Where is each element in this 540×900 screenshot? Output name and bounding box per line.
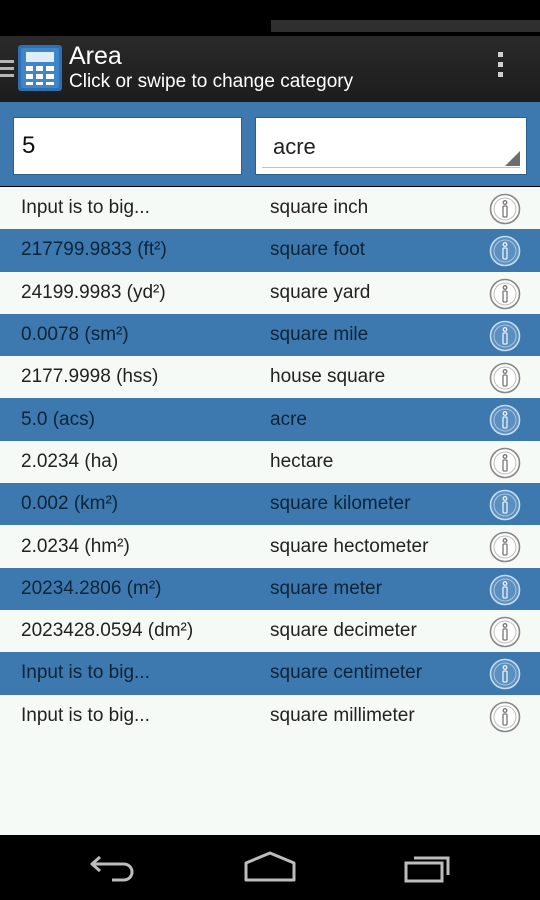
info-icon[interactable] [489, 404, 521, 436]
unit-spinner[interactable]: acre [255, 117, 527, 175]
unit-name: square yard [270, 281, 371, 303]
unit-name: square kilometer [270, 493, 411, 515]
info-icon[interactable] [489, 362, 521, 394]
spinner-underline [262, 167, 520, 168]
unit-name: acre [270, 408, 307, 430]
calculator-icon[interactable] [18, 45, 62, 91]
info-icon[interactable] [489, 701, 521, 733]
selected-unit: acre [273, 134, 316, 159]
result-value: Input is to big... [21, 704, 150, 726]
home-icon[interactable] [242, 849, 298, 885]
result-value: 20234.2806 (m²) [21, 577, 162, 599]
dropdown-triangle-icon [505, 151, 520, 166]
info-icon[interactable] [489, 489, 521, 521]
action-bar: Area Click or swipe to change category [0, 36, 540, 102]
list-item[interactable]: 2.0234 (ha) hectare [0, 440, 540, 484]
result-value: 24199.9983 (yd²) [21, 281, 166, 303]
conversion-list: Input is to big... square inch 217799.98… [0, 187, 540, 835]
result-value: 5.0 (acs) [21, 408, 95, 430]
unit-name: square meter [270, 577, 382, 599]
result-value: 2.0234 (ha) [21, 450, 119, 472]
status-strip [271, 20, 540, 32]
result-value: 0.0078 (sm²) [21, 324, 129, 346]
list-item[interactable]: 5.0 (acs) acre [0, 398, 540, 441]
list-item[interactable]: 20234.2806 (m²) square meter [0, 567, 540, 610]
list-item[interactable]: 217799.9833 (ft²) square foot [0, 229, 540, 272]
info-icon[interactable] [489, 235, 521, 267]
result-value: Input is to big... [21, 197, 150, 219]
info-icon[interactable] [489, 574, 521, 606]
list-item[interactable]: 2177.9998 (hss) house square [0, 356, 540, 399]
unit-name: square centimeter [270, 662, 423, 684]
result-value: 217799.9833 (ft²) [21, 239, 167, 261]
unit-name: square foot [270, 239, 366, 261]
info-icon[interactable] [489, 278, 521, 310]
unit-name: square hectometer [270, 535, 429, 557]
result-value: 0.002 (km²) [21, 493, 119, 515]
unit-name: square inch [270, 197, 369, 219]
result-value: 2.0234 (hm²) [21, 535, 130, 557]
unit-name: hectare [270, 450, 334, 472]
list-item[interactable]: 0.0078 (sm²) square mile [0, 313, 540, 357]
list-item[interactable]: Input is to big... square centimeter [0, 652, 540, 695]
list-item[interactable]: 2023428.0594 (dm²) square decimeter [0, 609, 540, 653]
unit-name: house square [270, 366, 386, 388]
info-icon[interactable] [489, 658, 521, 690]
category-title: Area [69, 42, 122, 70]
status-bar [0, 0, 540, 36]
navigation-bar [0, 835, 540, 900]
list-item[interactable]: 2.0234 (hm²) square hectometer [0, 525, 540, 568]
info-icon[interactable] [489, 616, 521, 648]
list-item[interactable]: Input is to big... square inch [0, 187, 540, 230]
more-vert-icon[interactable] [490, 52, 510, 86]
unit-name: square decimeter [270, 620, 417, 642]
info-icon[interactable] [489, 531, 521, 563]
list-item[interactable]: 24199.9983 (yd²) square yard [0, 271, 540, 314]
info-icon[interactable] [489, 320, 521, 352]
info-icon[interactable] [489, 193, 521, 225]
result-value: 2177.9998 (hss) [21, 366, 159, 388]
info-icon[interactable] [489, 447, 521, 479]
menu-icon[interactable] [0, 60, 14, 78]
back-icon[interactable] [86, 849, 138, 885]
unit-name: square mile [270, 324, 369, 346]
list-item[interactable]: Input is to big... square millimeter [0, 694, 540, 737]
category-subtitle: Click or swipe to change category [69, 71, 354, 92]
list-item[interactable]: 0.002 (km²) square kilometer [0, 483, 540, 526]
input-panel: acre [0, 102, 540, 186]
unit-name: square millimeter [270, 704, 415, 726]
title-block[interactable]: Area Click or swipe to change category [69, 42, 353, 94]
value-input[interactable] [13, 117, 242, 175]
recents-icon[interactable] [402, 849, 456, 885]
result-value: Input is to big... [21, 662, 150, 684]
result-value: 2023428.0594 (dm²) [21, 620, 194, 642]
